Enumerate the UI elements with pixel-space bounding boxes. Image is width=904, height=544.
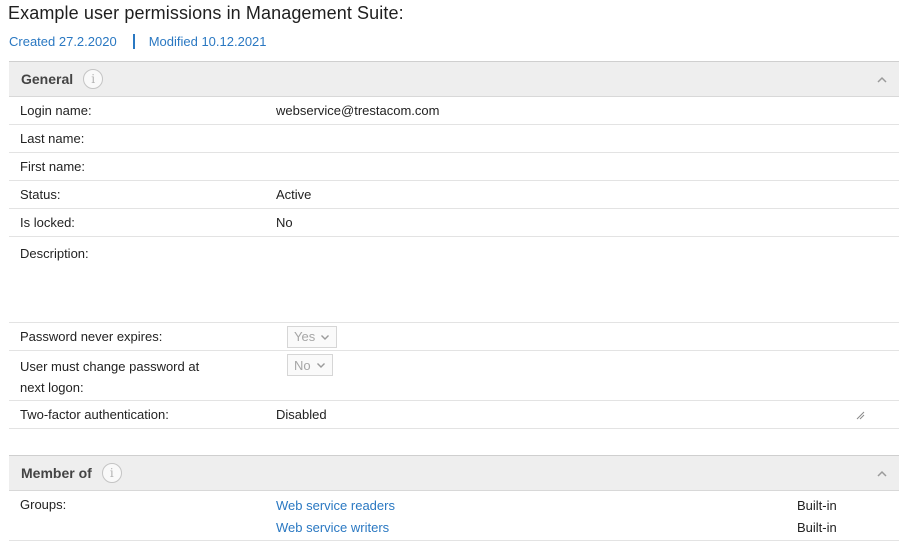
member-of-header[interactable]: Member of i (9, 455, 899, 491)
group-type: Built-in (797, 497, 837, 513)
password-never-expires-row: Password never expires: Yes (9, 323, 899, 351)
meta-bar: Created 27.2.2020 Modified 10.12.2021 (9, 34, 267, 49)
info-icon[interactable]: i (101, 463, 122, 483)
two-factor-value: Disabled (276, 407, 327, 422)
description-label: Description: (20, 246, 89, 261)
group-link[interactable]: Web service readers (276, 498, 797, 513)
chevron-up-icon[interactable] (875, 73, 889, 87)
groups-label: Groups: (20, 497, 67, 512)
description-row: Description: (9, 237, 899, 420)
group-row: Web service writers Built-in (276, 516, 899, 538)
info-icon[interactable]: i (83, 69, 104, 89)
password-never-expires-value: Yes (294, 329, 316, 344)
general-panel: General i Login name: webservice@trestac… (9, 61, 899, 429)
is-locked-value: No (276, 215, 293, 230)
group-link[interactable]: Web service writers (276, 520, 797, 535)
must-change-password-value: No (294, 357, 311, 373)
member-of-title: Member of (21, 465, 92, 481)
chevron-down-icon (316, 363, 325, 368)
status-label: Status: (20, 187, 61, 202)
must-change-password-cell: No (276, 351, 899, 400)
password-never-expires-cell: Yes (276, 325, 899, 348)
first-name-row: First name: (9, 153, 899, 181)
last-name-row: Last name: (9, 125, 899, 153)
status-row: Status: Active (9, 181, 899, 209)
meta-separator (132, 34, 135, 49)
modified-date: Modified 10.12.2021 (148, 34, 267, 49)
login-name-value: webservice@trestacom.com (276, 103, 440, 118)
group-type: Built-in (797, 519, 837, 535)
groups-row: Groups: Web service readers Built-in Web… (9, 491, 899, 541)
general-title: General (21, 71, 74, 87)
two-factor-row: Two-factor authentication: Disabled (9, 401, 899, 429)
must-change-password-label: User must change password at next logon: (20, 359, 200, 395)
is-locked-row: Is locked: No (9, 209, 899, 237)
must-change-password-select[interactable]: No (287, 354, 333, 376)
chevron-down-icon (321, 334, 330, 340)
groups-list: Web service readers Built-in Web service… (276, 494, 899, 540)
must-change-password-row: User must change password at next logon:… (9, 351, 899, 401)
group-row: Web service readers Built-in (276, 494, 899, 516)
login-name-row: Login name: webservice@trestacom.com (9, 97, 899, 125)
first-name-label: First name: (20, 159, 86, 174)
chevron-up-icon[interactable] (875, 467, 889, 481)
login-name-label: Login name: (20, 103, 92, 118)
status-value: Active (276, 187, 312, 202)
member-of-panel: Member of i Groups: Web service readers … (9, 455, 899, 541)
page-caption: Example user permissions in Management S… (8, 3, 404, 23)
password-never-expires-select[interactable]: Yes (287, 325, 338, 348)
general-header[interactable]: General i (9, 61, 899, 97)
last-name-label: Last name: (20, 131, 85, 146)
password-never-expires-label: Password never expires: (20, 329, 163, 344)
created-date: Created 27.2.2020 (9, 34, 117, 49)
two-factor-label: Two-factor authentication: (20, 407, 169, 422)
is-locked-label: Is locked: (20, 215, 75, 230)
